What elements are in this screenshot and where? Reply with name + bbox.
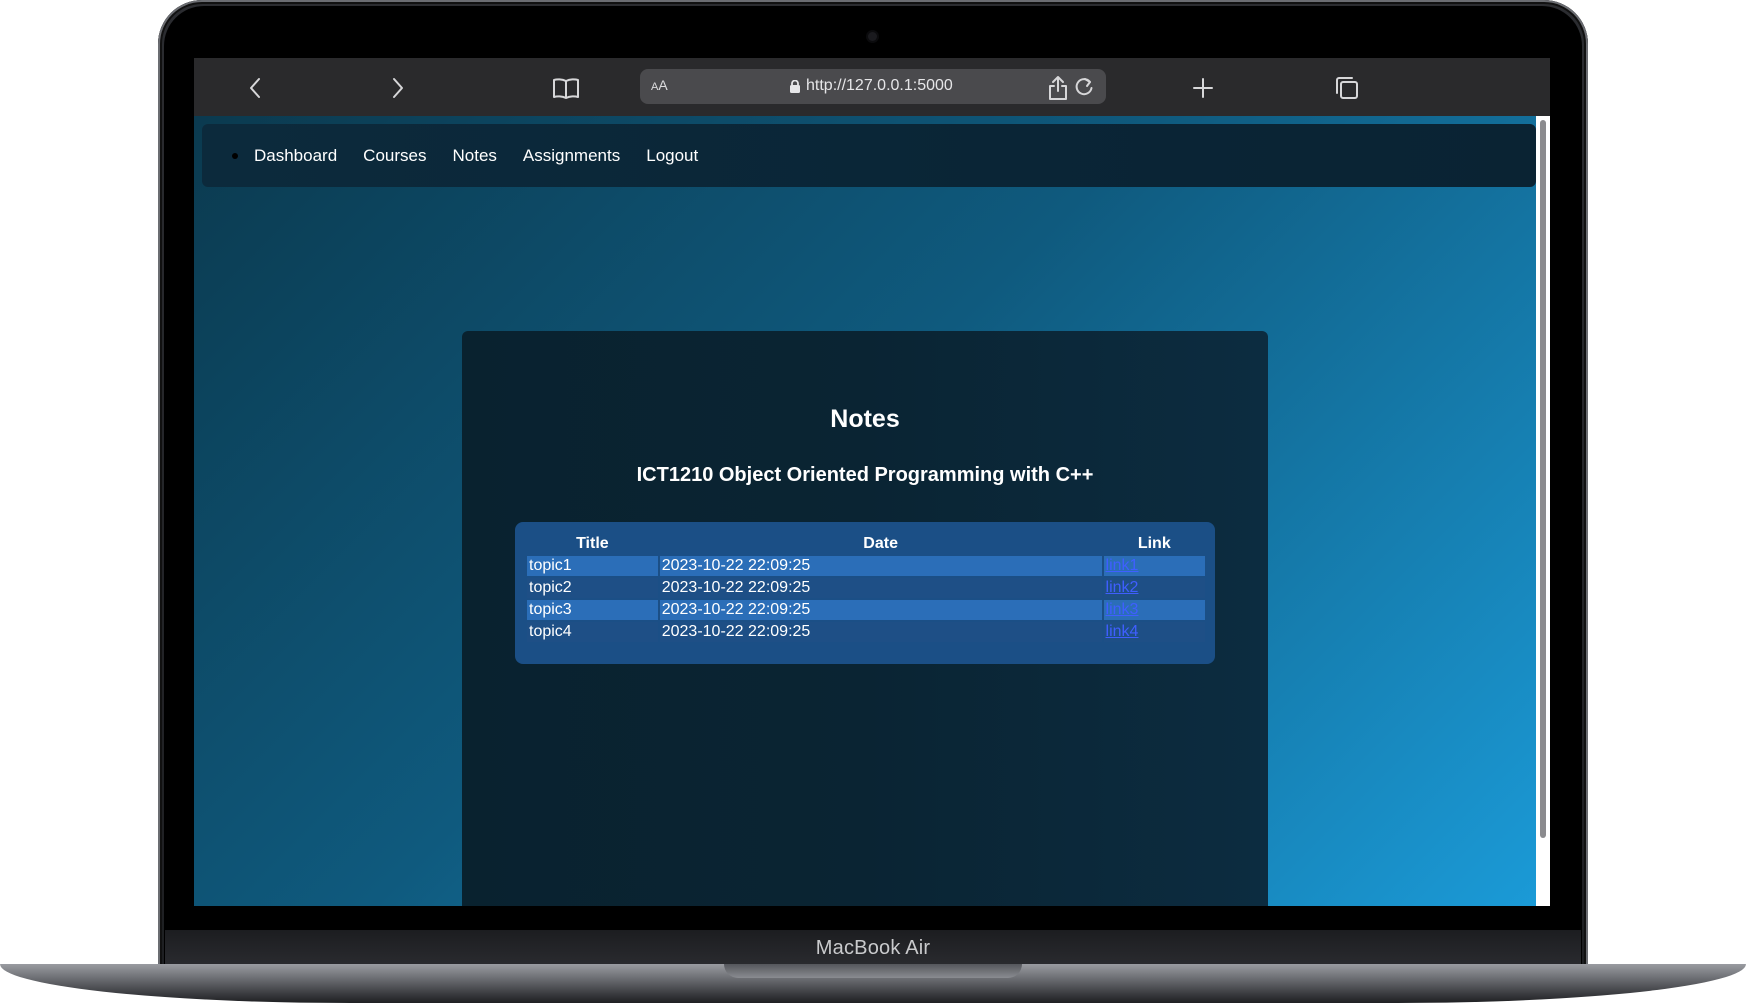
table-row: topic3 2023-10-22 22:09:25 link3 [527,600,1205,620]
url-display[interactable]: http://127.0.0.1:5000 [790,77,953,95]
nav-bullet [232,152,238,159]
lock-icon [790,79,800,93]
top-navbar: Dashboard Courses Notes Assignments Logo… [202,124,1536,187]
cell-title: topic1 [527,556,658,576]
note-link[interactable]: link4 [1106,623,1139,640]
laptop-chin: MacBook Air [165,930,1581,966]
laptop-base-notch [724,964,1022,978]
browser-toolbar: AA http://127.0.0.1:5000 [194,58,1550,116]
url-text: http://127.0.0.1:5000 [806,77,953,94]
share-icon[interactable] [1042,72,1074,104]
cell-date: 2023-10-22 22:09:25 [659,556,1102,576]
cell-link: link4 [1103,622,1205,642]
notes-table: Title Date Link topic1 2023-10-22 22:09:… [525,532,1207,644]
new-tab-icon[interactable] [1187,72,1219,104]
forward-icon[interactable] [382,72,414,104]
device-label: MacBook Air [815,936,931,959]
laptop-frame: AA http://127.0.0.1:5000 Dashboard Cours… [0,0,1746,1003]
column-header-date: Date [863,535,898,552]
column-header-link: Link [1137,535,1171,552]
notes-card: Notes ICT1210 Object Oriented Programmin… [462,331,1268,906]
cell-title: topic2 [527,578,658,598]
cell-date: 2023-10-22 22:09:25 [659,578,1102,598]
notes-table-container: Title Date Link topic1 2023-10-22 22:09:… [515,522,1215,664]
page-scrollbar[interactable] [1536,116,1550,906]
nav-assignments[interactable]: Assignments [523,146,620,166]
cell-title: topic3 [527,600,658,620]
note-link[interactable]: link2 [1106,579,1139,596]
course-title: ICT1210 Object Oriented Programming with… [636,464,1094,486]
cell-link: link3 [1103,600,1205,620]
cell-date: 2023-10-22 22:09:25 [659,622,1102,642]
page-viewport: Dashboard Courses Notes Assignments Logo… [194,116,1550,906]
cell-link: link2 [1103,578,1205,598]
table-row: topic2 2023-10-22 22:09:25 link2 [527,578,1205,598]
bookmarks-icon[interactable] [550,72,582,104]
nav-courses[interactable]: Courses [363,146,426,166]
camera-icon [868,32,877,41]
tabs-overview-icon[interactable] [1331,72,1363,104]
table-header-row: Title Date Link [527,534,1205,554]
page-title: Notes [830,405,900,433]
table-row: topic4 2023-10-22 22:09:25 link4 [527,622,1205,642]
cell-link: link1 [1103,556,1205,576]
note-link[interactable]: link1 [1106,557,1139,574]
note-link[interactable]: link3 [1106,601,1139,618]
cell-title: topic4 [527,622,658,642]
reader-text-size-button[interactable]: AA [651,77,668,93]
nav-logout[interactable]: Logout [646,146,698,166]
back-icon[interactable] [239,72,271,104]
nav-notes[interactable]: Notes [452,146,496,166]
screen: AA http://127.0.0.1:5000 Dashboard Cours… [194,58,1550,906]
column-header-title: Title [576,535,609,552]
address-bar[interactable]: AA http://127.0.0.1:5000 [640,69,1106,104]
scrollbar-thumb[interactable] [1540,120,1546,838]
cell-date: 2023-10-22 22:09:25 [659,600,1102,620]
table-row: topic1 2023-10-22 22:09:25 link1 [527,556,1205,576]
nav-dashboard[interactable]: Dashboard [254,146,337,166]
